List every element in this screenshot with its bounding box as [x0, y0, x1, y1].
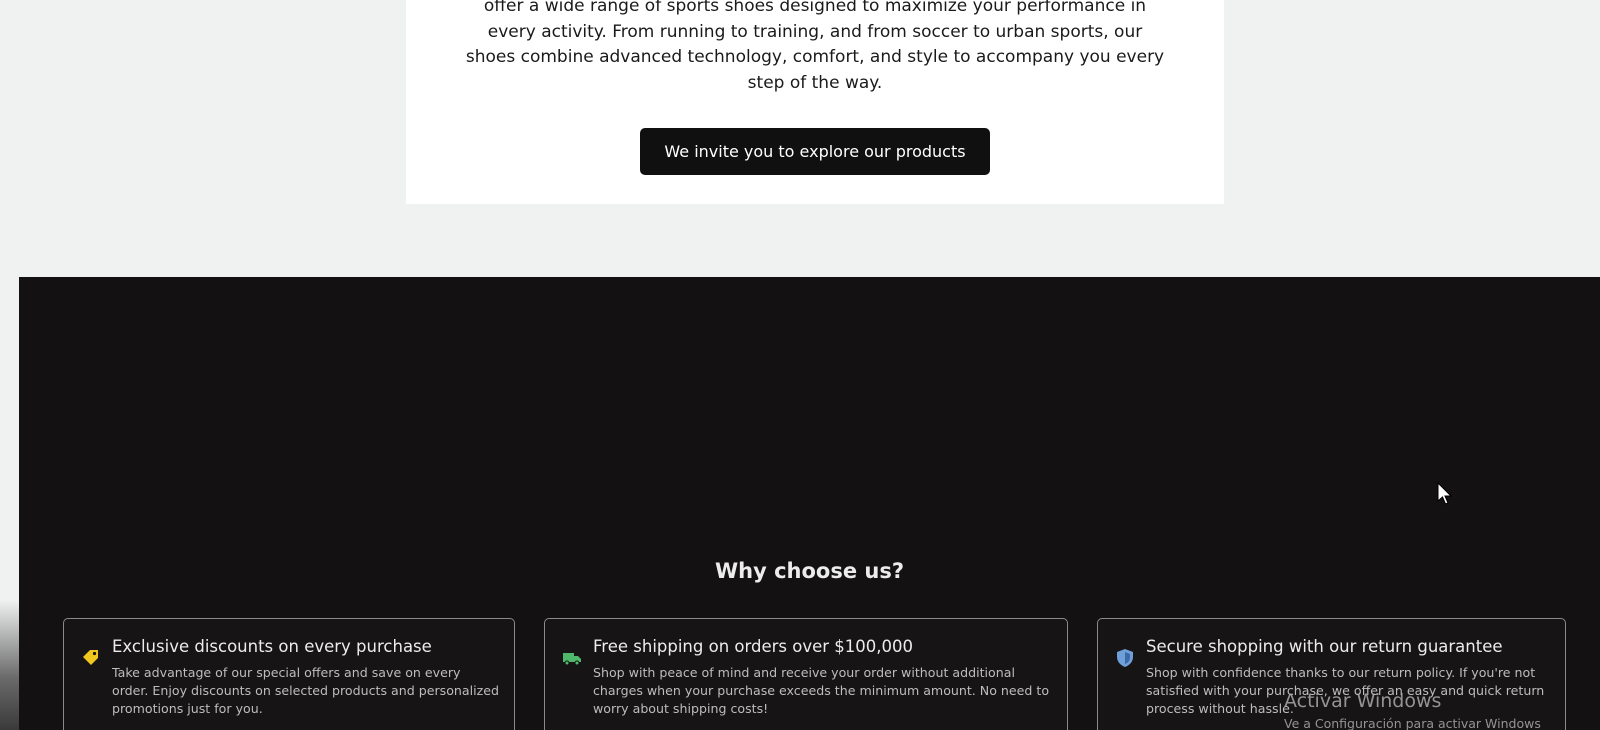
card-title: Exclusive discounts on every purchase [112, 637, 432, 656]
truck-icon [561, 647, 583, 669]
tag-icon [80, 647, 102, 669]
section-title: Why choose us? [714, 559, 905, 583]
card-title: Secure shopping with our return guarante… [1146, 637, 1503, 656]
windows-activation-watermark-subtitle: Ve a Configuración para activar Windows [1284, 716, 1541, 730]
explore-products-button[interactable]: We invite you to explore our products [640, 128, 990, 175]
feature-card-shipping: Free shipping on orders over $100,000 Sh… [544, 618, 1068, 730]
page: offer a wide range of sports shoes desig… [0, 0, 1600, 730]
card-description: Take advantage of our special offers and… [112, 665, 499, 717]
card-title: Free shipping on orders over $100,000 [593, 637, 914, 656]
left-edge-shadow [0, 600, 19, 730]
feature-card-discounts: Exclusive discounts on every purchase Ta… [63, 618, 515, 730]
shield-icon [1114, 647, 1136, 669]
card-description: Shop with peace of mind and receive your… [593, 665, 1050, 717]
about-text: offer a wide range of sports shoes desig… [465, 0, 1165, 93]
why-choose-us-section: Why choose us? Exclusive discounts on ev… [19, 277, 1600, 730]
feature-card-returns: Secure shopping with our return guarante… [1097, 618, 1566, 730]
about-panel: offer a wide range of sports shoes desig… [406, 0, 1224, 204]
windows-activation-watermark-title: Activar Windows [1284, 690, 1442, 712]
mouse-cursor-icon [1437, 482, 1453, 505]
